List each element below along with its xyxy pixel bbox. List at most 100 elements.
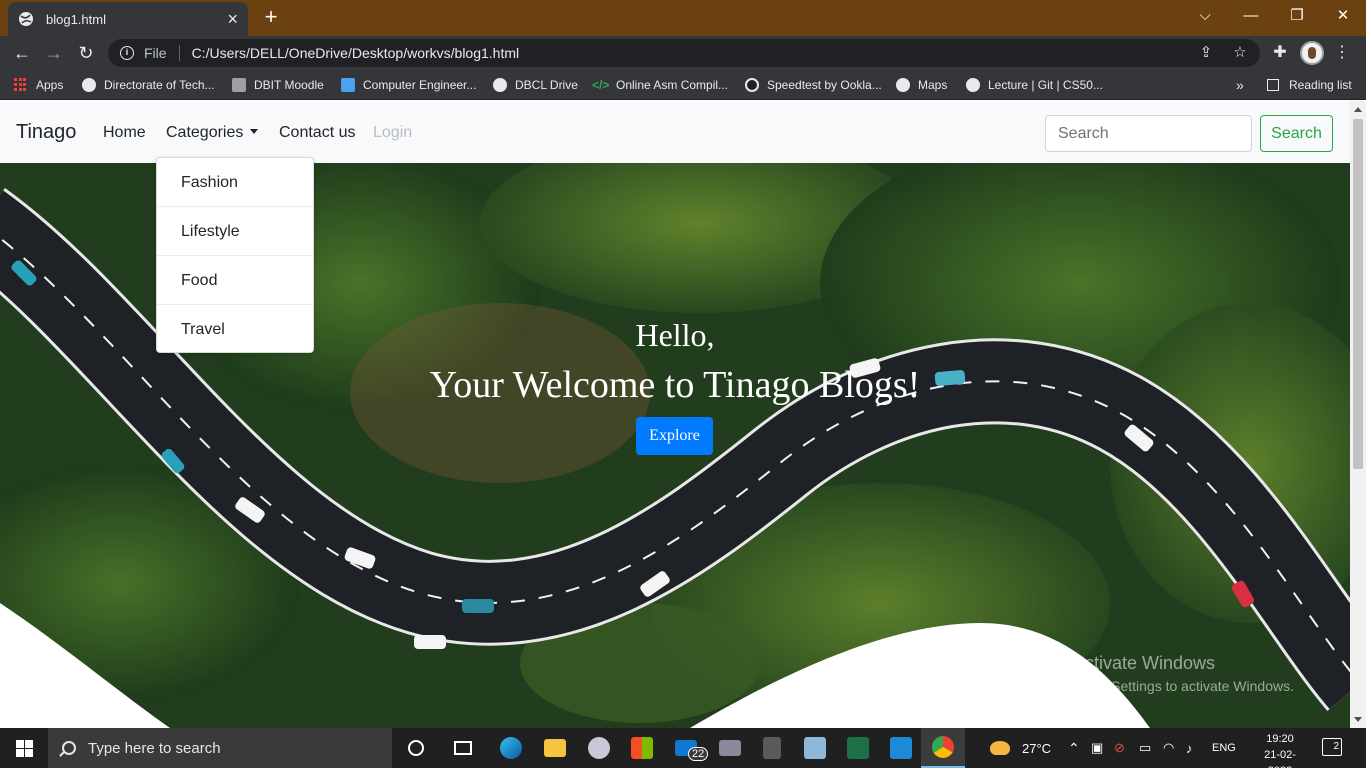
mail-badge: 22 bbox=[688, 747, 709, 761]
taskbar-search-box[interactable]: Type here to search bbox=[48, 728, 392, 768]
minimize-button[interactable]: — bbox=[1228, 0, 1274, 30]
start-button[interactable] bbox=[0, 728, 48, 768]
bookmarks-overflow-button[interactable]: » bbox=[1236, 76, 1244, 94]
globe-icon bbox=[896, 78, 910, 92]
info-icon[interactable]: i bbox=[120, 46, 134, 60]
page-scrollbar[interactable] bbox=[1350, 101, 1366, 728]
cortana-icon[interactable] bbox=[394, 728, 438, 768]
reading-list-button[interactable]: Reading list bbox=[1267, 76, 1352, 94]
extensions-puzzle-icon[interactable]: ✚ bbox=[1268, 41, 1292, 65]
moodle-icon bbox=[232, 78, 246, 92]
tab-title: blog1.html bbox=[46, 11, 106, 27]
reload-button[interactable]: ↻ bbox=[74, 41, 98, 65]
store-icon[interactable] bbox=[620, 728, 664, 768]
code-icon: </> bbox=[592, 78, 610, 92]
browser-toolbar: ← → ↻ i File C:/Users/DELL/OneDrive/Desk… bbox=[0, 36, 1366, 70]
excel-icon[interactable] bbox=[836, 728, 880, 768]
speedtest-icon bbox=[745, 78, 759, 92]
wifi-icon[interactable]: ◠ bbox=[1163, 728, 1174, 768]
bookmark-label: Directorate of Tech... bbox=[104, 78, 215, 92]
search-icon bbox=[62, 741, 76, 755]
file-explorer-icon[interactable] bbox=[533, 728, 577, 768]
bookmark-dbit-moodle[interactable]: DBIT Moodle bbox=[232, 76, 324, 94]
bookmark-label: Online Asm Compil... bbox=[616, 78, 729, 92]
nav-contact-link[interactable]: Contact us bbox=[279, 124, 355, 142]
bookmark-maps[interactable]: Maps bbox=[896, 76, 947, 94]
new-tab-button[interactable]: + bbox=[258, 4, 284, 30]
bookmark-label: Maps bbox=[918, 78, 948, 92]
tray-overflow-chevron-icon[interactable]: ⌃ bbox=[1068, 728, 1080, 768]
forward-button[interactable]: → bbox=[42, 41, 66, 65]
battery-icon[interactable]: ▭ bbox=[1139, 728, 1151, 768]
tab-close-icon[interactable]: × bbox=[227, 10, 238, 28]
weather-icon bbox=[990, 741, 1010, 755]
globe-icon bbox=[966, 78, 980, 92]
caret-down-icon bbox=[250, 129, 259, 134]
diamond-icon bbox=[341, 78, 355, 92]
bookmark-star-icon[interactable]: ☆ bbox=[1230, 43, 1250, 63]
volume-icon[interactable]: ♪ bbox=[1186, 728, 1193, 768]
scheme-label: File bbox=[144, 45, 167, 61]
activate-windows-subtitle: Go to Settings to activate Windows. bbox=[1073, 678, 1294, 694]
dropdown-item-fashion[interactable]: Fashion bbox=[157, 158, 313, 207]
mail-icon[interactable]: 22 bbox=[664, 728, 709, 768]
restore-button[interactable]: ❐ bbox=[1274, 0, 1320, 30]
site-navbar: Tinago Home Categories Contact us Login … bbox=[0, 101, 1350, 163]
tray-device-icon[interactable]: ▣ bbox=[1091, 728, 1103, 768]
calculator-icon[interactable] bbox=[750, 728, 794, 768]
back-button[interactable]: ← bbox=[10, 41, 34, 65]
dropdown-item-travel[interactable]: Travel bbox=[157, 305, 313, 354]
taskbar-search-placeholder: Type here to search bbox=[88, 739, 221, 757]
nav-categories-dropdown[interactable]: Categories bbox=[166, 124, 259, 142]
task-view-icon[interactable] bbox=[441, 728, 485, 768]
web-page: Tinago Home Categories Contact us Login … bbox=[0, 101, 1350, 728]
explore-button[interactable]: Explore bbox=[636, 417, 713, 455]
bookmark-speedtest[interactable]: Speedtest by Ookla... bbox=[745, 76, 882, 94]
globe-icon bbox=[82, 78, 96, 92]
browser-tab-strip: blog1.html × + ⌵ — ❐ ✕ bbox=[0, 0, 1366, 36]
apps-grid-icon bbox=[14, 78, 28, 92]
chrome-icon[interactable] bbox=[921, 728, 965, 768]
activate-windows-title: Activate Windows bbox=[1073, 653, 1216, 673]
weather-widget[interactable]: 27°C bbox=[990, 728, 1051, 768]
vscode-icon[interactable] bbox=[879, 728, 923, 768]
bookmark-directorate[interactable]: Directorate of Tech... bbox=[82, 76, 215, 94]
bookmark-cs50-git[interactable]: Lecture | Git | CS50... bbox=[966, 76, 1103, 94]
dropdown-item-food[interactable]: Food bbox=[157, 256, 313, 305]
tray-status-icon[interactable]: ⊘ bbox=[1114, 728, 1125, 768]
profile-avatar[interactable] bbox=[1300, 41, 1324, 65]
edge-icon[interactable] bbox=[489, 728, 533, 768]
navbar-brand[interactable]: Tinago bbox=[16, 121, 76, 144]
clock-time: 19:20 bbox=[1266, 733, 1294, 745]
weather-temp: 27°C bbox=[1022, 740, 1052, 756]
site-search-input[interactable] bbox=[1045, 115, 1252, 152]
nav-home-link[interactable]: Home bbox=[103, 124, 146, 142]
scroll-down-arrow-icon[interactable] bbox=[1354, 717, 1362, 722]
scrollbar-thumb[interactable] bbox=[1353, 119, 1363, 469]
windows-logo-icon bbox=[15, 739, 33, 757]
nav-login-link[interactable]: Login bbox=[373, 124, 412, 142]
notification-center-icon[interactable]: 2 bbox=[1322, 738, 1342, 756]
paint-icon[interactable] bbox=[577, 728, 621, 768]
system-clock[interactable]: 19:20 21-02-2022 bbox=[1258, 731, 1302, 779]
address-bar[interactable]: i File C:/Users/DELL/OneDrive/Desktop/wo… bbox=[108, 39, 1260, 67]
browser-tab[interactable]: blog1.html × bbox=[8, 2, 248, 36]
dropdown-item-lifestyle[interactable]: Lifestyle bbox=[157, 207, 313, 256]
browser-menu-icon[interactable]: ⋮ bbox=[1330, 41, 1354, 65]
globe-icon bbox=[19, 12, 33, 26]
nav-categories-label: Categories bbox=[166, 124, 244, 141]
bookmarks-bar: Apps Directorate of Tech... DBIT Moodle … bbox=[0, 70, 1366, 100]
site-search-button[interactable]: Search bbox=[1260, 115, 1333, 152]
language-indicator[interactable]: ENG bbox=[1212, 728, 1236, 768]
bookmark-online-asm[interactable]: </> Online Asm Compil... bbox=[592, 76, 728, 94]
bookmark-computer-engineering[interactable]: Computer Engineer... bbox=[341, 76, 476, 94]
bookmark-dbcl-drive[interactable]: DBCL Drive bbox=[493, 76, 578, 94]
tab-search-chevron-icon[interactable]: ⌵ bbox=[1182, 0, 1228, 30]
scroll-up-arrow-icon[interactable] bbox=[1354, 107, 1362, 112]
share-icon[interactable]: ⇪ bbox=[1196, 43, 1216, 63]
close-window-button[interactable]: ✕ bbox=[1320, 0, 1366, 30]
url-text[interactable]: C:/Users/DELL/OneDrive/Desktop/workvs/bl… bbox=[192, 45, 520, 61]
notes-icon[interactable] bbox=[793, 728, 837, 768]
bookmark-apps[interactable]: Apps bbox=[14, 76, 63, 94]
camera-icon[interactable] bbox=[708, 728, 752, 768]
